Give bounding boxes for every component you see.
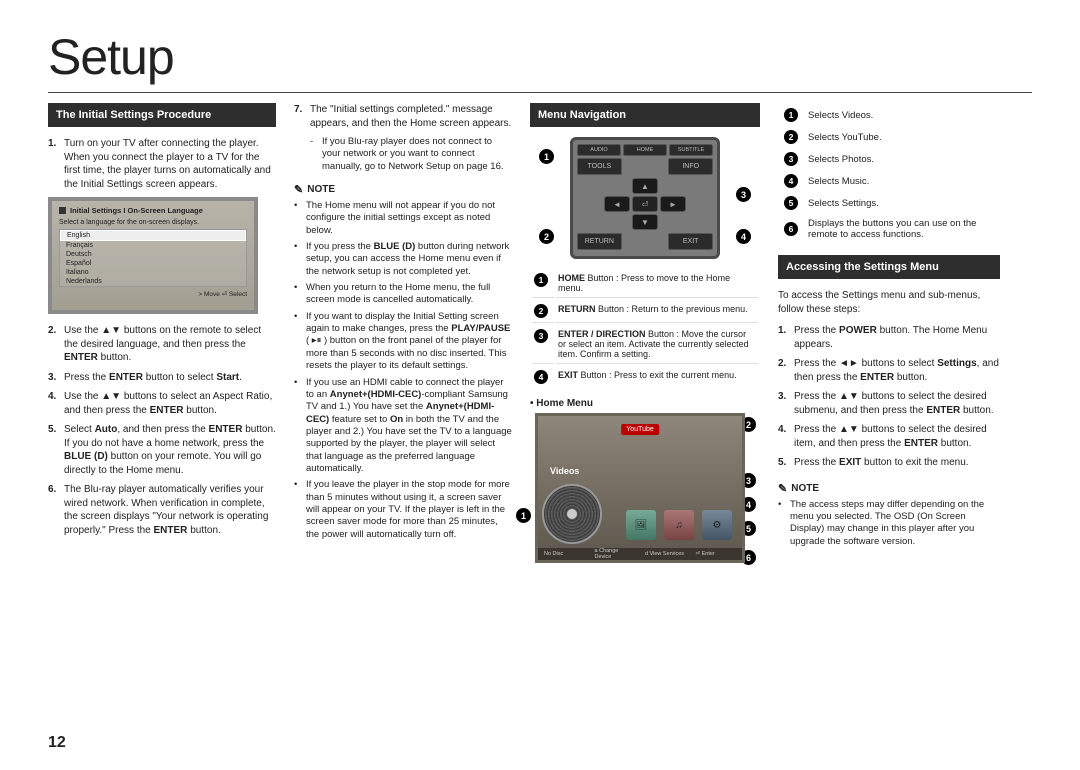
home-menu-legend: 1Selects Videos. 2Selects YouTube. 3Sele… (778, 103, 1000, 245)
circ-4: 4 (534, 370, 548, 384)
note-label: NOTE (294, 183, 335, 196)
language-list: English Français Deutsch Español Italian… (59, 229, 247, 287)
audio-button: AUDIO (577, 144, 621, 156)
right-icon: ► (660, 196, 686, 212)
step-7: 7.The "Initial settings completed." mess… (294, 103, 512, 130)
exit-button: EXIT (668, 233, 713, 250)
callout-3: 3 (736, 187, 751, 202)
remote-diagram: AUDIO HOME SUBTITLE TOOLS INFO ▲ ◄ ⏎ (570, 137, 720, 259)
step-1: 1.Turn on your TV after connecting the p… (48, 137, 276, 191)
left-icon: ◄ (604, 196, 630, 212)
remote-legend: 1HOME Button : Press to move to the Home… (530, 267, 760, 390)
step-5: 5.Select Auto, and then press the ENTER … (48, 423, 276, 477)
home-menu-heading: • Home Menu (530, 398, 760, 409)
divider (48, 92, 1032, 93)
settings-step-5: 5.Press the EXIT button to exit the menu… (778, 456, 1000, 470)
settings-icon: ⚙ (702, 510, 732, 540)
note-item: If you press the BLUE (D) button during … (294, 241, 512, 278)
settings-intro: To access the Settings menu and sub-menu… (778, 289, 1000, 316)
home-menu-screenshot: YouTube Videos 🖼 ♫ ⚙ No Disc a Change De… (535, 413, 745, 563)
heading-accessing-settings: Accessing the Settings Menu (778, 255, 1000, 279)
down-icon: ▼ (632, 214, 658, 230)
step-2: 2.Use the ▲▼ buttons on the remote to se… (48, 324, 276, 365)
hm-callout-1: 1 (516, 508, 531, 523)
column-initial-settings: The Initial Settings Procedure 1.Turn on… (48, 103, 276, 563)
settings-step-3: 3.Press the ▲▼ buttons to select the des… (778, 390, 1000, 417)
column-settings-access: 1Selects Videos. 2Selects YouTube. 3Sele… (778, 103, 1000, 563)
step-4: 4.Use the ▲▼ buttons to select an Aspect… (48, 390, 276, 417)
circ-1: 1 (534, 273, 548, 287)
note-label-2: NOTE (778, 482, 819, 495)
direction-pad: ▲ ◄ ⏎ ► ▼ (577, 177, 713, 231)
videos-label: Videos (550, 466, 579, 476)
gear-icon (59, 207, 66, 214)
note-item: If you want to display the Initial Setti… (294, 311, 512, 373)
settings-step-2: 2.Press the ◄► buttons to select Setting… (778, 357, 1000, 384)
callout-4: 4 (736, 229, 751, 244)
language-panel: Initial Settings I On-Screen Language Se… (48, 197, 258, 314)
enter-button: ⏎ (632, 196, 658, 212)
page-number: 12 (48, 734, 66, 752)
note-item: If you leave the player in the stop mode… (294, 479, 512, 541)
settings-step-4: 4.Press the ▲▼ buttons to select the des… (778, 423, 1000, 450)
callout-2: 2 (539, 229, 554, 244)
circ-2: 2 (534, 304, 548, 318)
return-button: RETURN (577, 233, 622, 250)
info-button: INFO (668, 158, 713, 175)
up-icon: ▲ (632, 178, 658, 194)
note-item: The Home menu will not appear if you do … (294, 200, 512, 237)
step-3: 3.Press the ENTER button to select Start… (48, 371, 276, 385)
subtitle-button: SUBTITLE (669, 144, 713, 156)
callout-1: 1 (539, 149, 554, 164)
column-menu-nav: Menu Navigation 1 2 3 4 AUDIO HOME SUBTI… (530, 103, 760, 563)
heading-menu-navigation: Menu Navigation (530, 103, 760, 127)
home-button: HOME (623, 144, 667, 156)
photos-icon: 🖼 (626, 510, 656, 540)
settings-note: The access steps may differ depending on… (778, 499, 1000, 548)
settings-step-1: 1.Press the POWER button. The Home Menu … (778, 324, 1000, 351)
note-item: If you use an HDMI cable to connect the … (294, 377, 512, 476)
heading-initial-settings: The Initial Settings Procedure (48, 103, 276, 127)
column-notes: 7.The "Initial settings completed." mess… (294, 103, 512, 563)
youtube-tile: YouTube (621, 424, 659, 435)
circ-3: 3 (534, 329, 548, 343)
music-icon: ♫ (664, 510, 694, 540)
page-title: Setup (48, 28, 1032, 86)
step-7-sub: If you Blu-ray player does not connect t… (310, 136, 512, 173)
step-6: 6.The Blu-ray player automatically verif… (48, 483, 276, 537)
note-item: When you return to the Home menu, the fu… (294, 282, 512, 307)
tools-button: TOOLS (577, 158, 622, 175)
